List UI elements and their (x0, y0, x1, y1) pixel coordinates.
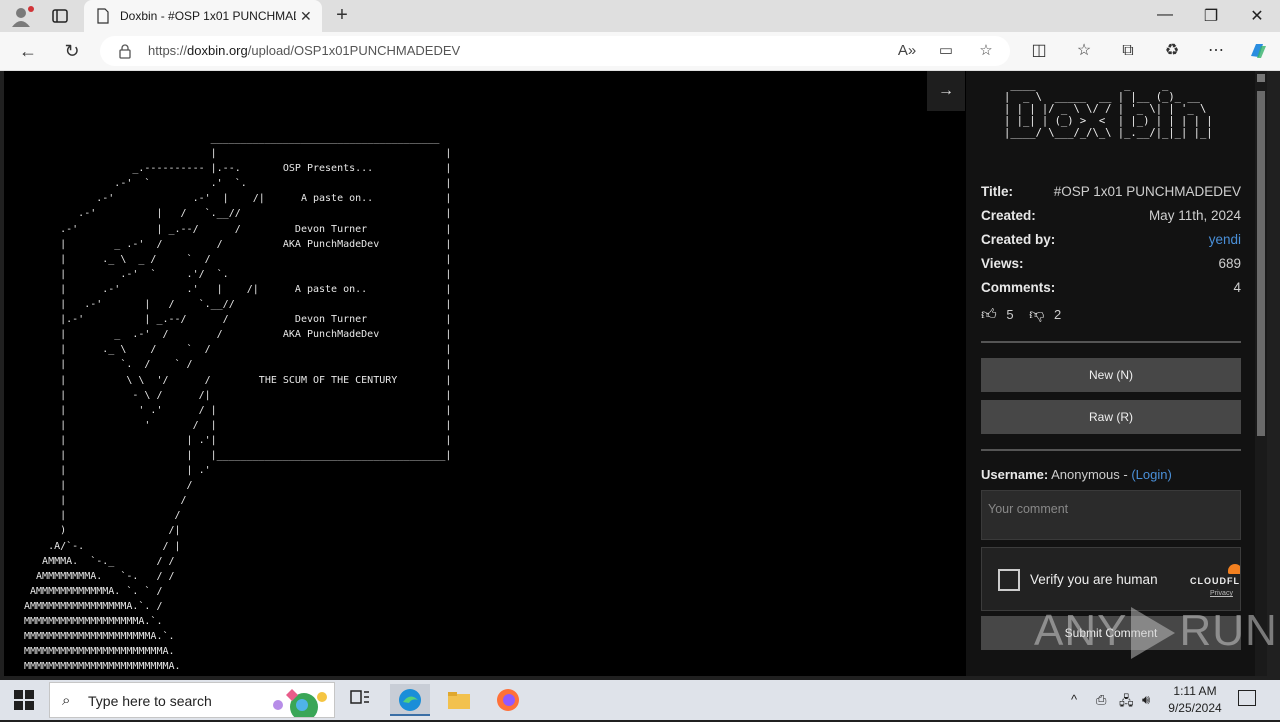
immersive-reader-icon[interactable]: ▭ (936, 41, 956, 61)
volume-icon[interactable]: 🔊︎ (1142, 692, 1150, 708)
address-bar[interactable]: https://doxbin.org/upload/OSP1x01PUNCHMA… (100, 36, 1010, 66)
cloudflare-logo: CLOUDFL (1190, 576, 1240, 586)
notifications-icon[interactable] (1238, 690, 1256, 706)
start-button[interactable] (14, 690, 34, 710)
lock-icon (119, 44, 131, 59)
search-highlight-icon (273, 689, 327, 717)
network-icon[interactable]: 🖧︎ (1119, 692, 1134, 714)
split-screen-icon[interactable]: ◫ (1028, 40, 1050, 62)
divider (981, 449, 1241, 451)
privacy-link[interactable]: Privacy (1210, 590, 1233, 597)
divider (981, 341, 1241, 343)
play-icon (1131, 607, 1176, 660)
restore-button[interactable]: ❐ (1196, 6, 1226, 26)
thumbs-down-icon: 👎︎ (1029, 306, 1045, 323)
username-line: Username: Anonymous - (Login) (981, 467, 1172, 482)
scrollbar-thumb[interactable] (1257, 91, 1265, 436)
raw-button[interactable]: Raw (R) (981, 400, 1241, 434)
firefox-icon (497, 689, 519, 711)
page-icon (97, 8, 109, 24)
thumbs-up-icon: 👍︎ (981, 306, 997, 323)
minimize-button[interactable]: — (1150, 6, 1180, 24)
url-text: https://doxbin.org/upload/OSP1x01PUNCHMA… (148, 43, 461, 58)
new-tab-button[interactable]: + (330, 4, 354, 27)
notification-dot (28, 6, 34, 12)
edge-taskbar-button[interactable] (390, 684, 430, 716)
file-explorer-button[interactable] (439, 684, 479, 716)
page-content: ______________________________________ |… (4, 71, 1267, 676)
close-tab-icon[interactable]: ✕ (300, 8, 312, 25)
extensions-icon[interactable]: ♻ (1161, 40, 1183, 62)
paste-sidebar: ____ _ _ | _ \ _____ __ | |__ (_)_ __ | … (966, 71, 1255, 676)
folder-icon (448, 692, 470, 709)
edge-icon (399, 689, 421, 711)
favorite-star-icon[interactable]: ☆ (976, 41, 996, 61)
vote-bar: 👍︎ 5 👎︎ 2 (981, 306, 1073, 324)
meta-views: Views: 689 (981, 256, 1241, 271)
profile-button[interactable] (10, 5, 34, 27)
refresh-button[interactable]: ↻ (61, 40, 83, 62)
search-icon: ⌕ (62, 692, 71, 709)
task-view-button[interactable] (340, 684, 380, 716)
new-paste-button[interactable]: New (N) (981, 358, 1241, 392)
author-link[interactable]: yendi (1209, 232, 1241, 247)
scrollbar[interactable] (1255, 71, 1267, 676)
captcha-widget: Verify you are human CLOUDFL Privacy (981, 547, 1241, 611)
meta-created-by: Created by: yendi (981, 232, 1241, 247)
upvote-button[interactable]: 👍︎ 5 (981, 306, 1020, 323)
meta-comments: Comments: 4 (981, 280, 1241, 295)
show-hidden-icons[interactable]: ^ (1071, 692, 1077, 707)
captcha-checkbox[interactable] (998, 569, 1020, 591)
favorites-icon[interactable]: ☆ (1073, 40, 1095, 62)
doxbin-logo: ____ _ _ | _ \ _____ __ | |__ (_)_ __ | … (1004, 79, 1213, 139)
scroll-up-icon[interactable] (1257, 74, 1265, 82)
cloudflare-icon (1228, 564, 1240, 574)
read-aloud-icon[interactable]: A» (897, 41, 917, 61)
tab-title: Doxbin - #OSP 1x01 PUNCHMADEDEV (120, 9, 296, 23)
taskbar-search[interactable]: ⌕ Type here to search (49, 682, 335, 718)
anyrun-watermark: ANY RUN (1034, 606, 1278, 660)
downvote-button[interactable]: 👎︎ 2 (1029, 306, 1067, 323)
comment-textarea[interactable]: Your comment (981, 490, 1241, 540)
clock[interactable]: 1:11 AM 9/25/2024 (1160, 683, 1230, 717)
meta-created: Created: May 11th, 2024 (981, 208, 1241, 223)
tab-actions-button[interactable] (50, 6, 70, 26)
tab-doxbin[interactable]: Doxbin - #OSP 1x01 PUNCHMADEDEV ✕ (84, 0, 322, 32)
firefox-button[interactable] (488, 684, 528, 716)
tab-actions-icon (52, 9, 68, 23)
meta-title: Title: #OSP 1x01 PUNCHMADEDEV (981, 184, 1241, 199)
close-window-button[interactable]: ✕ (1242, 6, 1272, 26)
tab-strip: Doxbin - #OSP 1x01 PUNCHMADEDEV ✕ + — ❐ … (0, 0, 1280, 32)
device-icon[interactable]: ⎙ (1096, 692, 1106, 708)
taskbar: ⌕ Type here to search ^ ⎙ 🖧︎ 🔊︎ 1:11 AM … (0, 680, 1280, 720)
settings-more-icon[interactable]: ⋯ (1205, 40, 1227, 62)
collapse-sidebar-button[interactable]: → (927, 71, 965, 111)
login-link[interactable]: (Login) (1131, 467, 1171, 482)
paste-content: ______________________________________ |… (24, 133, 452, 673)
task-view-icon (350, 690, 369, 704)
collections-icon[interactable]: ⧉ (1117, 40, 1139, 62)
back-button[interactable]: ← (17, 40, 39, 62)
copilot-icon[interactable] (1247, 40, 1269, 62)
address-toolbar: ← ↻ https://doxbin.org/upload/OSP1x01PUN… (0, 32, 1280, 71)
